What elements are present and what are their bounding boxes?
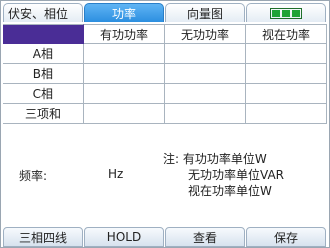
sum-active — [84, 104, 165, 124]
row-label-phase-a: A相 — [3, 44, 84, 64]
frequency-label: 频率: — [19, 169, 48, 183]
softkey-wiring-mode[interactable]: 三相四线 — [3, 227, 83, 247]
note-line-apparent: 视在功率单位W — [188, 184, 272, 198]
softkey-hold[interactable]: HOLD — [84, 227, 164, 247]
tab-volt-amp-phase-label: 伏安、相位 — [8, 6, 69, 21]
row-label-phase-c: C相 — [3, 84, 84, 104]
screen-frame: 伏安、相位 功率 向量图 有功功率 无功功率 视在功率 A相 B相 C相 三项和… — [0, 0, 330, 248]
softkey-save[interactable]: 保存 — [246, 227, 326, 247]
header-corner-cell — [3, 24, 84, 44]
header-active-power: 有功功率 — [84, 24, 165, 44]
tab-power-label: 功率 — [111, 6, 136, 21]
softkey-view-label: 查看 — [192, 230, 217, 245]
battery-icon — [270, 7, 302, 19]
phase-a-active — [84, 44, 165, 64]
row-label-three-phase-sum: 三项和 — [3, 104, 84, 124]
tab-vector-label: 向量图 — [186, 6, 223, 21]
header-reactive-power: 无功功率 — [165, 24, 246, 44]
row-label-phase-b: B相 — [3, 64, 84, 84]
header-apparent-power: 视在功率 — [246, 24, 327, 44]
phase-a-apparent — [246, 44, 327, 64]
tab-vector-diagram[interactable]: 向量图 — [165, 3, 245, 22]
softkey-wiring-mode-label: 三相四线 — [18, 230, 67, 245]
sum-reactive — [165, 104, 246, 124]
phase-b-apparent — [246, 64, 327, 84]
note-line-active: 注: 有功功率单位W — [163, 152, 267, 166]
battery-indicator — [246, 3, 326, 22]
phase-c-reactive — [165, 84, 246, 104]
tab-power[interactable]: 功率 — [84, 3, 164, 22]
sum-apparent — [246, 104, 327, 124]
top-tab-bar: 伏安、相位 功率 向量图 — [1, 1, 329, 23]
phase-c-active — [84, 84, 165, 104]
phase-b-active — [84, 64, 165, 84]
frequency-unit: Hz — [108, 167, 124, 181]
softkey-hold-label: HOLD — [106, 230, 142, 244]
softkey-view[interactable]: 查看 — [165, 227, 245, 247]
phase-b-reactive — [165, 64, 246, 84]
phase-a-reactive — [165, 44, 246, 64]
softkey-save-label: 保存 — [273, 230, 298, 245]
phase-c-apparent — [246, 84, 327, 104]
softkey-bar: 三相四线 HOLD 查看 保存 — [1, 227, 329, 247]
note-line-reactive: 无功功率单位VAR — [188, 168, 284, 182]
tab-volt-amp-phase[interactable]: 伏安、相位 — [3, 3, 83, 22]
